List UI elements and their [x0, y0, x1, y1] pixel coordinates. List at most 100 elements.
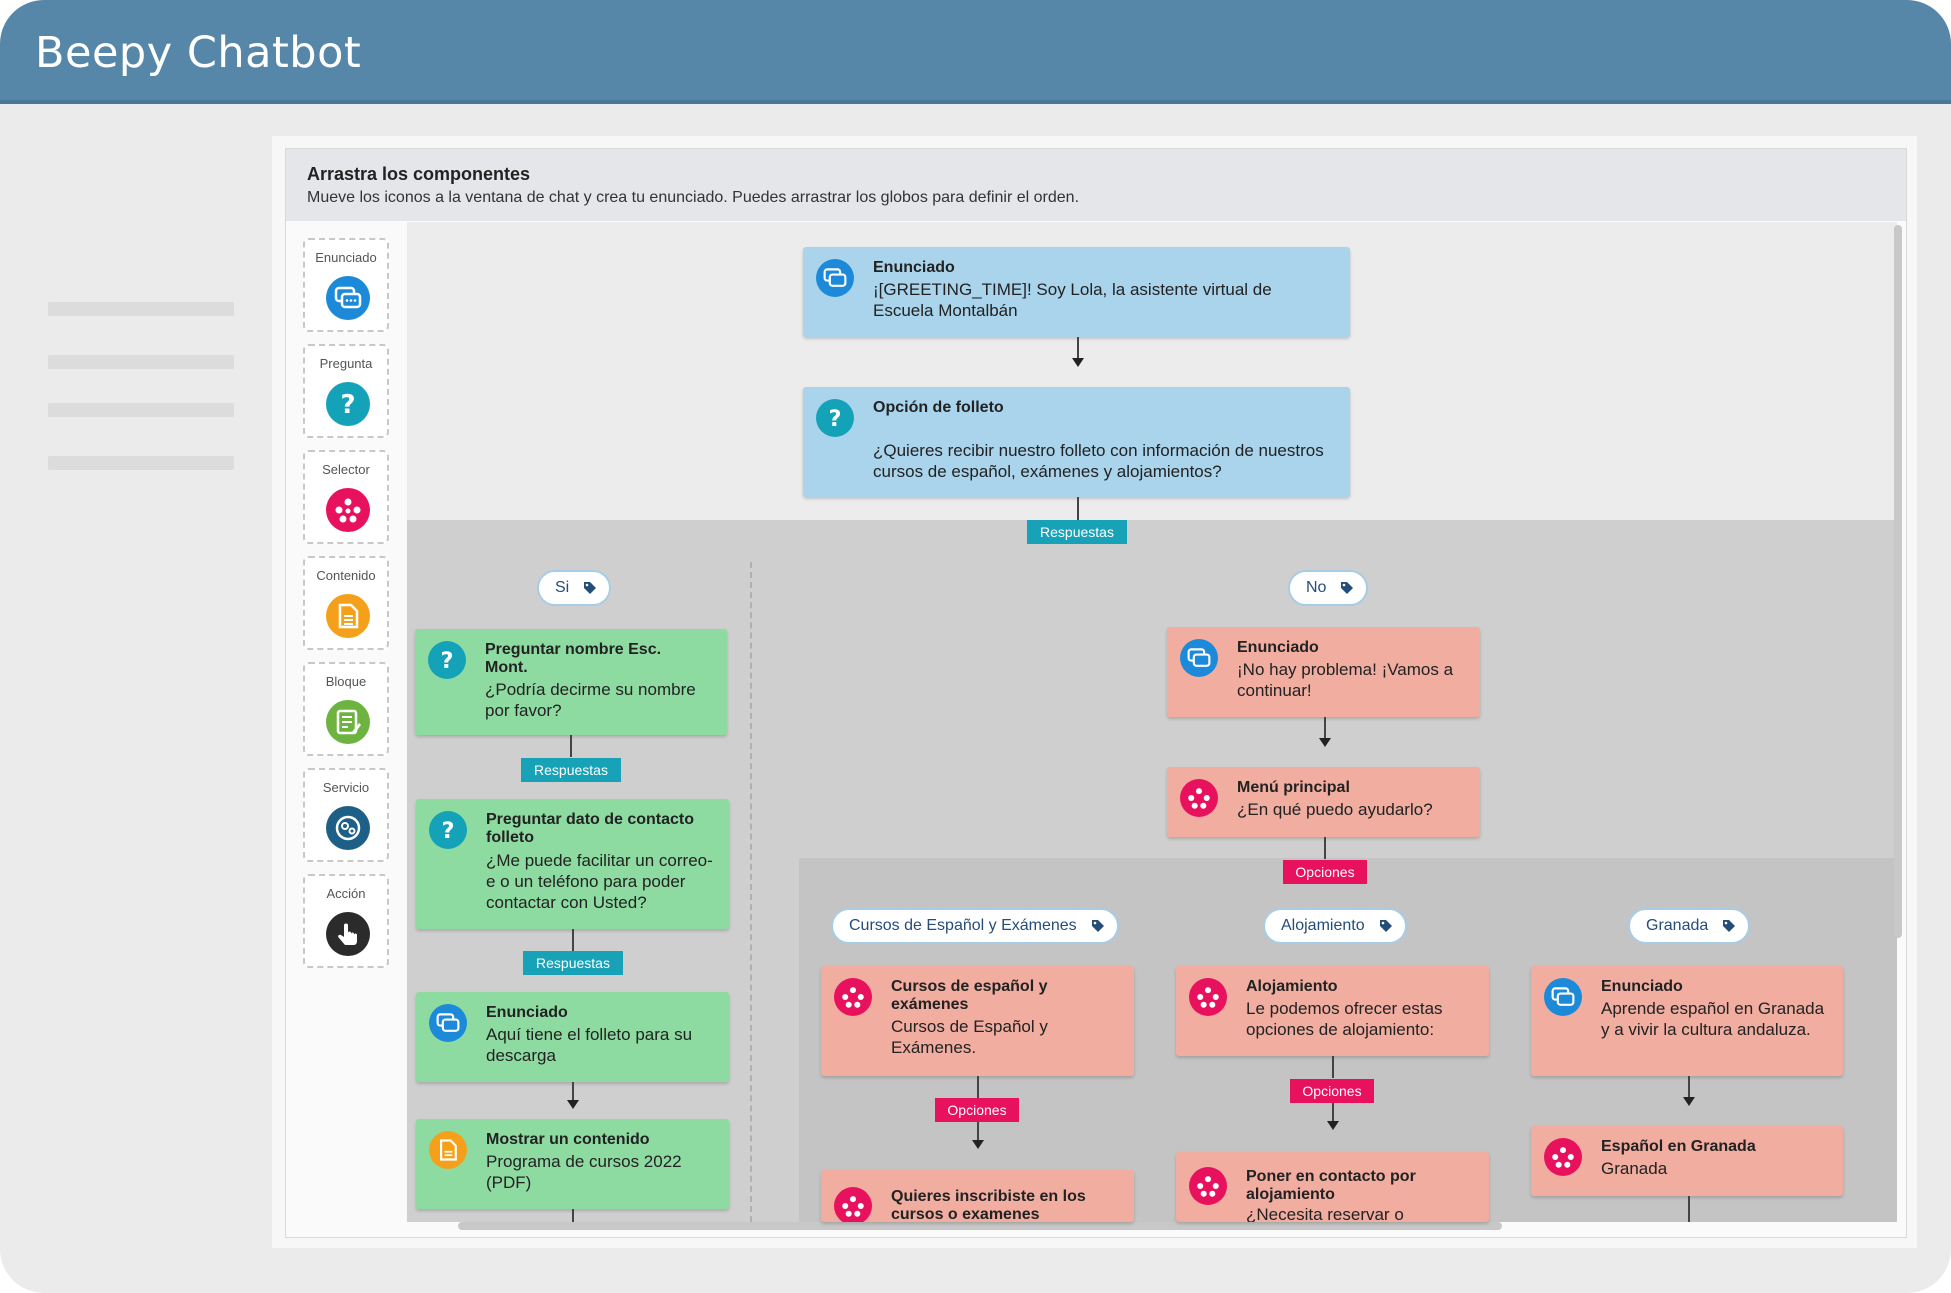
connector — [1332, 1103, 1334, 1123]
connector — [570, 735, 572, 757]
responses-badge: Respuestas — [1027, 520, 1127, 544]
node-show-content[interactable]: Mostrar un contenido Programa de cursos … — [416, 1119, 729, 1209]
responses-badge: Respuestas — [523, 951, 623, 975]
arrow-down-icon — [1319, 738, 1331, 747]
node-title: Opción de folleto — [873, 399, 1004, 416]
connector — [572, 929, 574, 951]
connector — [1324, 837, 1326, 859]
question-icon: ? — [428, 641, 466, 679]
options-badge: Opciones — [935, 1098, 1019, 1122]
node-ask-name[interactable]: ? Preguntar nombre Esc. Mont. ¿Podría de… — [415, 629, 727, 735]
node-no-problem[interactable]: Enunciado ¡No hay problema! ¡Vamos a con… — [1167, 627, 1480, 717]
connector — [572, 1209, 574, 1222]
tag-icon — [1379, 920, 1392, 932]
node-title: Alojamiento — [1246, 978, 1338, 995]
palette-label: Contenido — [316, 568, 376, 583]
selector-icon — [834, 978, 872, 1016]
node-granada[interactable]: Enunciado Aprende español en Granada y a… — [1531, 966, 1843, 1076]
side-menu-placeholder — [48, 302, 234, 316]
node-text: ¿Podría decirme su nombre por favor? — [485, 680, 696, 720]
panel-subtitle: Mueve los iconos a la ventana de chat y … — [307, 189, 1080, 206]
palette-label: Enunciado — [315, 250, 377, 265]
connector — [977, 1122, 979, 1142]
tag-courses[interactable]: Cursos de Español y Exámenes — [831, 908, 1119, 944]
palette-item-servicio[interactable]: Servicio — [303, 768, 389, 862]
node-courses[interactable]: Cursos de español y exámenes Cursos de E… — [821, 966, 1134, 1076]
node-text: ¿En qué puedo ayudarlo? — [1237, 800, 1433, 819]
node-title: Español en Granada — [1601, 1138, 1756, 1155]
node-brochure-option[interactable]: ? Opción de folleto ¿Quieres recibir nue… — [803, 387, 1350, 497]
chat-bubbles-icon — [1180, 639, 1218, 677]
selector-icon — [326, 488, 370, 532]
block-icon — [326, 700, 370, 744]
document-icon — [429, 1131, 467, 1169]
node-lodging[interactable]: Alojamiento Le podemos ofrecer estas opc… — [1176, 966, 1489, 1056]
hand-pointer-icon — [326, 912, 370, 956]
responses-badge: Respuestas — [521, 758, 621, 782]
palette-item-accion[interactable]: Acción — [303, 874, 389, 968]
selector-icon — [1180, 779, 1218, 817]
tag-si[interactable]: Si — [537, 570, 612, 606]
arrow-down-icon — [972, 1140, 984, 1149]
connector — [1332, 1056, 1334, 1078]
selector-icon — [1189, 978, 1227, 1016]
node-text: ¿Quieres recibir nuestro folleto con inf… — [873, 441, 1324, 481]
node-greeting[interactable]: Enunciado ¡[GREETING_TIME]! Soy Lola, la… — [803, 247, 1350, 337]
service-icon — [326, 806, 370, 850]
node-title: Enunciado — [486, 1004, 568, 1021]
node-title: Menú principal — [1237, 779, 1350, 796]
node-text: ¡No hay problema! ¡Vamos a continuar! — [1237, 660, 1454, 700]
arrow-down-icon — [1327, 1121, 1339, 1130]
connector — [1077, 497, 1079, 520]
vertical-scrollbar[interactable] — [1894, 225, 1902, 938]
node-title: Preguntar nombre Esc. Mont. — [485, 641, 662, 676]
question-icon: ? — [429, 811, 467, 849]
palette-item-contenido[interactable]: Contenido — [303, 556, 389, 650]
node-main-menu[interactable]: Menú principal ¿En qué puedo ayudarlo? — [1167, 767, 1480, 837]
node-ask-contact[interactable]: ? Preguntar dato de contacto folleto ¿Me… — [416, 799, 729, 929]
node-title: Preguntar dato de contacto folleto — [486, 811, 695, 846]
palette-item-enunciado[interactable]: Enunciado — [303, 238, 389, 332]
selector-icon — [834, 1187, 872, 1222]
horizontal-scrollbar[interactable] — [458, 1222, 1502, 1230]
node-lodging-contact[interactable]: Poner en contacto por alojamiento ¿Neces… — [1176, 1152, 1489, 1222]
node-title: Enunciado — [873, 259, 955, 276]
node-text: ¡[GREETING_TIME]! Soy Lola, la asistente… — [873, 280, 1272, 320]
tag-icon — [1723, 920, 1736, 932]
branch-divider — [750, 562, 752, 1222]
node-title: Quieres inscribiste en los cursos o exam… — [891, 1188, 1086, 1222]
arrow-down-icon — [1683, 1097, 1695, 1106]
question-icon: ? — [816, 399, 854, 437]
selector-icon — [1189, 1167, 1227, 1205]
palette-label: Selector — [322, 462, 370, 477]
palette-label: Bloque — [325, 674, 367, 689]
tag-icon — [584, 582, 597, 594]
selector-icon — [1544, 1138, 1582, 1176]
tag-label: Alojamiento — [1281, 917, 1365, 934]
tag-granada[interactable]: Granada — [1628, 908, 1751, 944]
svg-text:?: ? — [441, 818, 454, 844]
node-title: Poner en contacto por alojamiento — [1246, 1168, 1416, 1203]
node-brochure-download[interactable]: Enunciado Aquí tiene el folleto para su … — [416, 992, 729, 1082]
title-bar: Beepy Chatbot — [0, 0, 1951, 104]
palette-item-pregunta[interactable]: Pregunta ? — [303, 344, 389, 438]
node-spanish-granada[interactable]: Español en Granada Granada — [1531, 1126, 1843, 1196]
palette-item-selector[interactable]: Selector — [303, 450, 389, 544]
svg-text:?: ? — [828, 406, 841, 432]
node-title: Enunciado — [1601, 978, 1683, 995]
svg-text:?: ? — [440, 648, 453, 674]
tag-label: Si — [555, 579, 570, 596]
node-enroll[interactable]: Quieres inscribiste en los cursos o exam… — [821, 1170, 1134, 1222]
tag-no[interactable]: No — [1288, 570, 1369, 606]
app-title: Beepy Chatbot — [35, 28, 362, 78]
options-badge: Opciones — [1283, 860, 1367, 884]
chat-bubbles-icon — [429, 1004, 467, 1042]
options-badge: Opciones — [1290, 1079, 1374, 1103]
tag-lodging[interactable]: Alojamiento — [1263, 908, 1407, 944]
node-text: ¿Me puede facilitar un correo-e o un tel… — [486, 851, 713, 912]
node-text: Aquí tiene el folleto para su descarga — [486, 1025, 693, 1065]
question-icon: ? — [326, 382, 370, 426]
chat-bubbles-icon — [816, 259, 854, 297]
palette-item-bloque[interactable]: Bloque — [303, 662, 389, 756]
connector — [1688, 1196, 1690, 1222]
